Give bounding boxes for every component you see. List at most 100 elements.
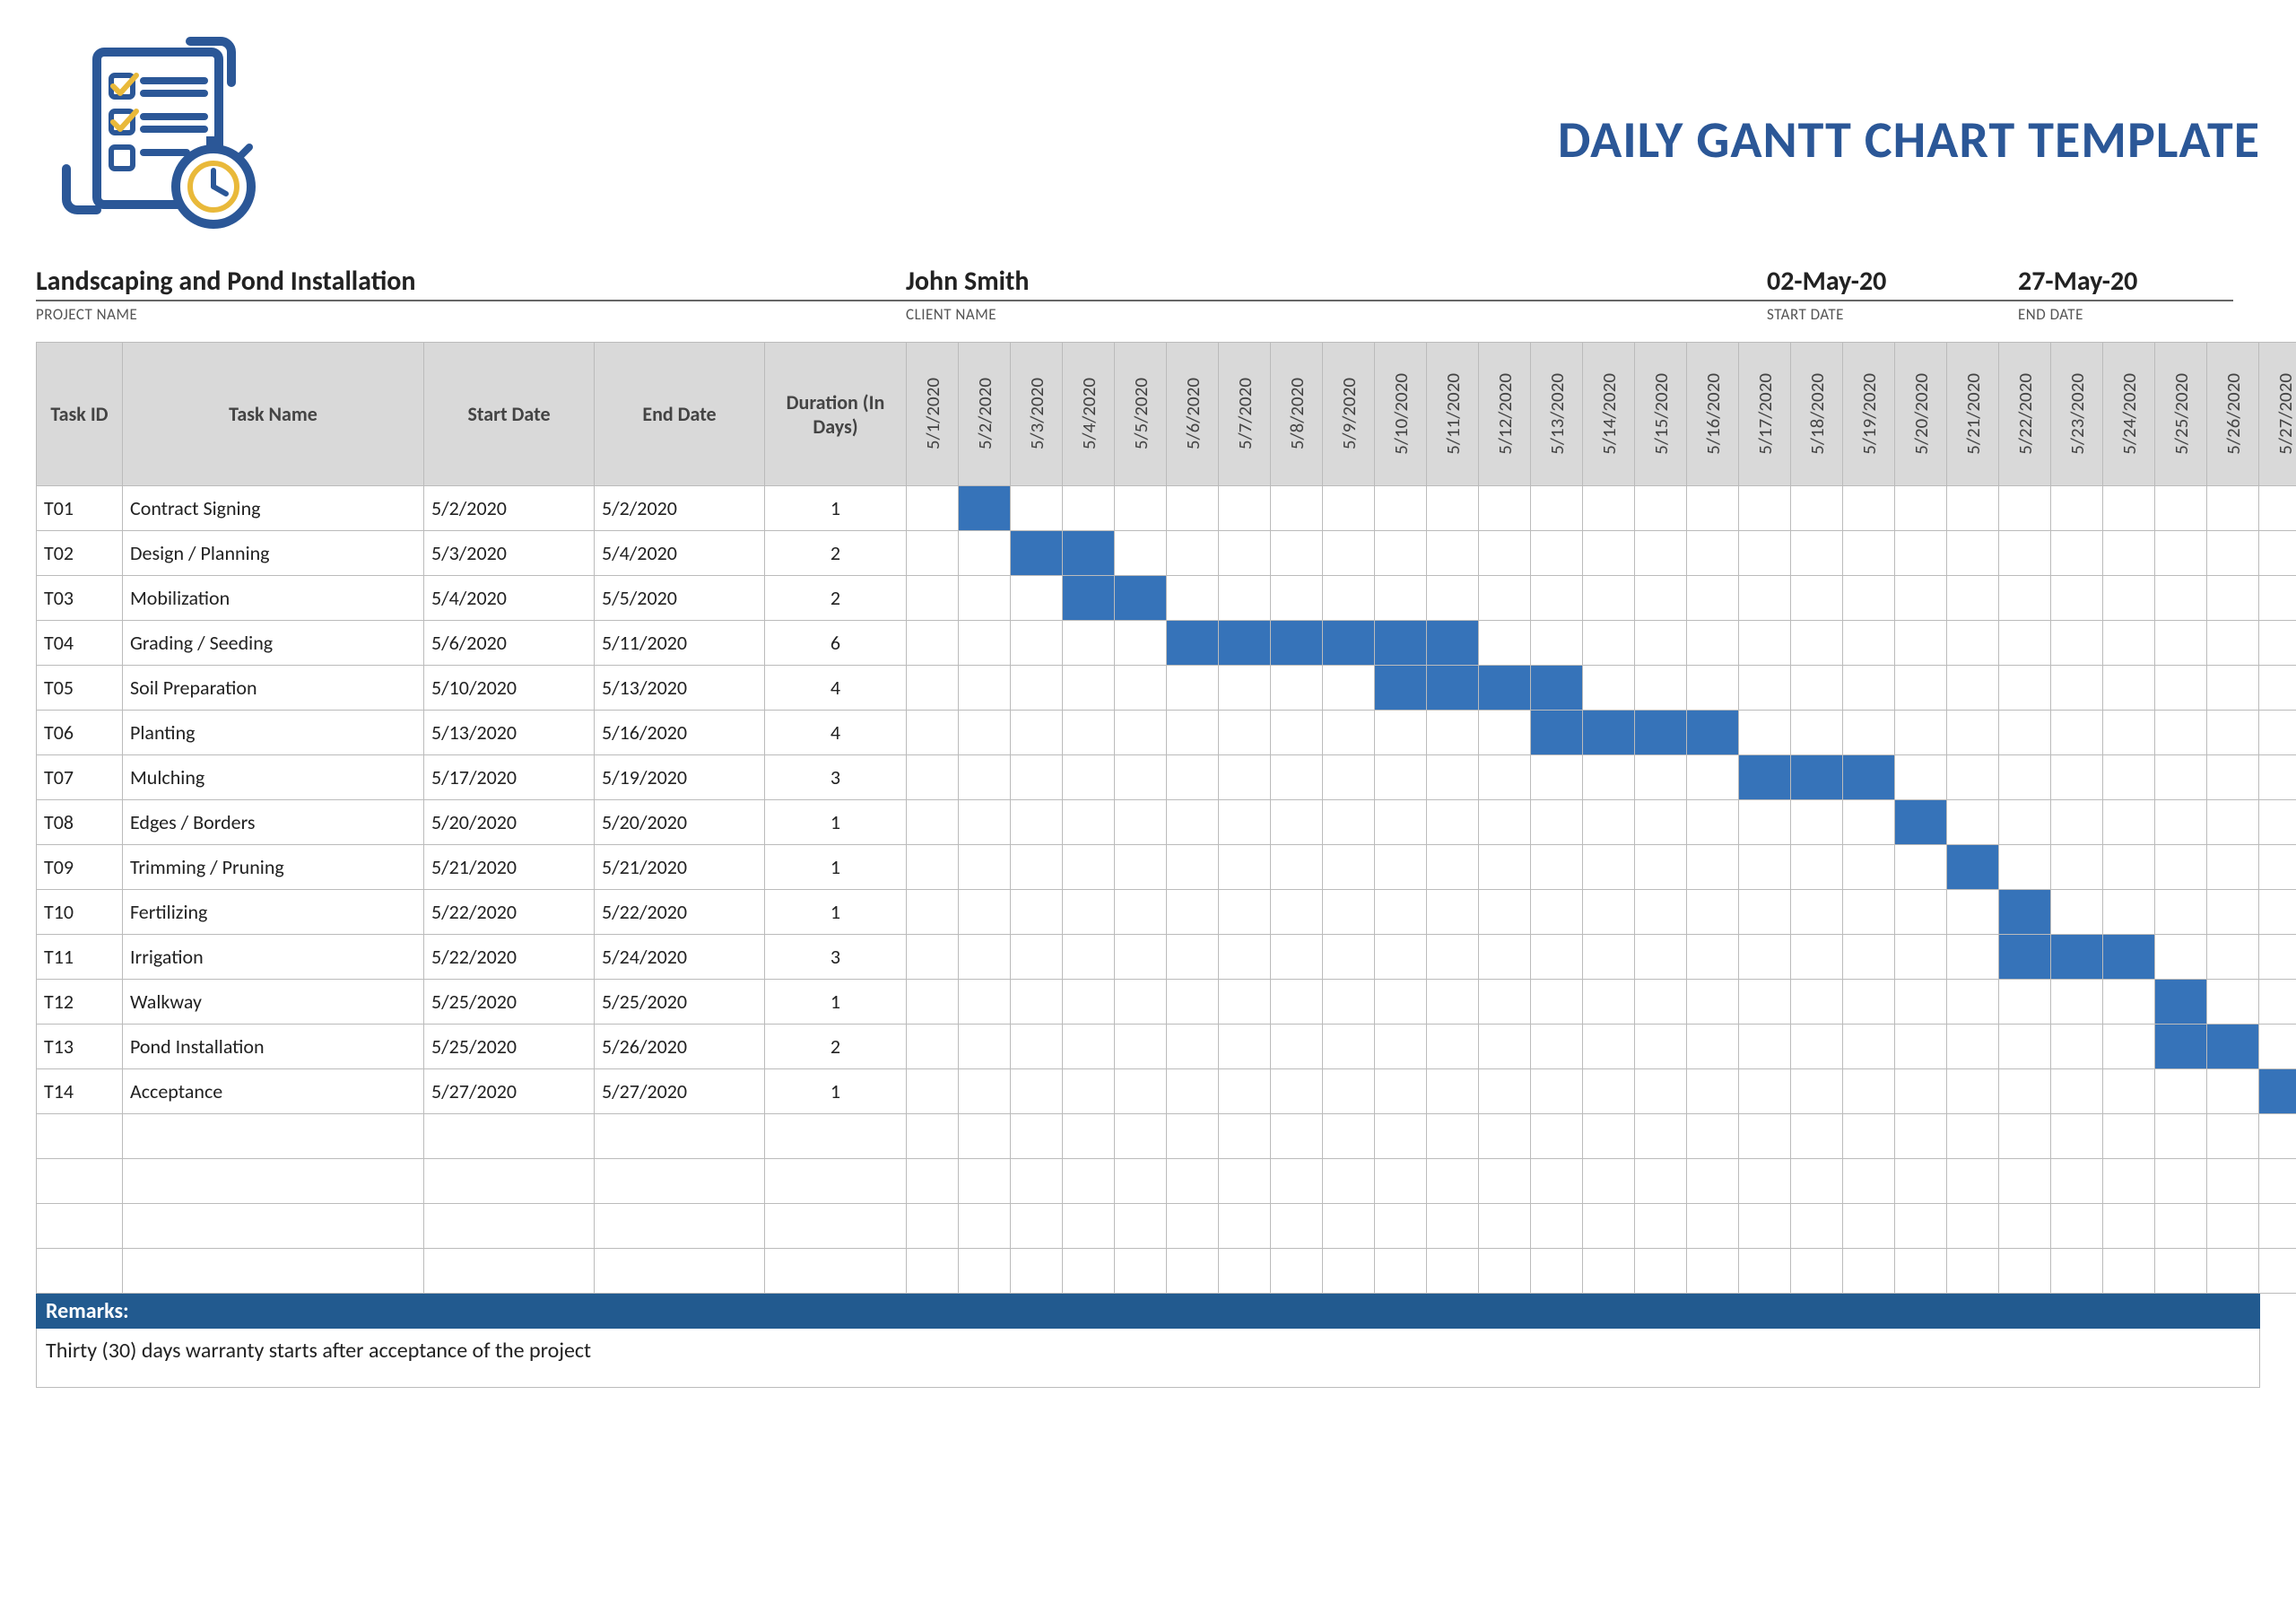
end-date-value: 27-May-20 (2018, 265, 2233, 301)
gantt-cell (1011, 800, 1063, 845)
gantt-cell (2259, 1069, 2296, 1114)
gantt-cell (1999, 576, 2051, 621)
gantt-cell (1635, 531, 1687, 576)
gantt-cell (959, 486, 1011, 531)
gantt-cell (1063, 800, 1115, 845)
gantt-cell (907, 576, 959, 621)
gantt-cell (1531, 621, 1583, 666)
gantt-cell (2103, 980, 2155, 1025)
start-date-label: START DATE (1767, 301, 2018, 324)
gantt-cell (1219, 711, 1271, 755)
gantt-cell (1427, 1069, 1479, 1114)
gantt-cell (2103, 845, 2155, 890)
gantt-cell (1947, 576, 1999, 621)
meta-row: Landscaping and Pond Installation PROJEC… (36, 265, 2260, 324)
gantt-cell (2051, 531, 2103, 576)
gantt-cell (1271, 711, 1323, 755)
gantt-cell (1687, 486, 1739, 531)
gantt-cell (2155, 486, 2207, 531)
gantt-cell (1167, 1069, 1219, 1114)
gantt-cell (2155, 1025, 2207, 1069)
gantt-cell (1583, 755, 1635, 800)
start-date-value: 02-May-20 (1767, 265, 2018, 301)
gantt-cell (907, 1025, 959, 1069)
col-start-date: Start Date (424, 343, 595, 486)
gantt-cell (1895, 486, 1947, 531)
gantt-cell (1323, 486, 1375, 531)
gantt-cell (1375, 800, 1427, 845)
gantt-cell (1271, 800, 1323, 845)
gantt-cell (2155, 711, 2207, 755)
gantt-cell (1947, 1025, 1999, 1069)
date-header: 5/9/2020 (1323, 343, 1375, 486)
gantt-cell (2051, 621, 2103, 666)
gantt-cell (1999, 845, 2051, 890)
date-header: 5/17/2020 (1739, 343, 1791, 486)
gantt-cell (1167, 845, 1219, 890)
gantt-cell (1531, 890, 1583, 935)
gantt-cell (1323, 531, 1375, 576)
gantt-cell (1687, 800, 1739, 845)
date-header: 5/2/2020 (959, 343, 1011, 486)
gantt-cell (1063, 711, 1115, 755)
gantt-cell (2051, 890, 2103, 935)
gantt-cell (1999, 800, 2051, 845)
gantt-cell (1531, 666, 1583, 711)
gantt-cell (1219, 1069, 1271, 1114)
gantt-cell (1063, 666, 1115, 711)
gantt-cell (1635, 1069, 1687, 1114)
gantt-cell (907, 935, 959, 980)
gantt-cell (907, 666, 959, 711)
gantt-cell (1167, 486, 1219, 531)
gantt-cell (959, 755, 1011, 800)
gantt-cell (1739, 935, 1791, 980)
remarks-header: Remarks: (36, 1294, 2260, 1329)
date-header: 5/6/2020 (1167, 343, 1219, 486)
gantt-cell (907, 890, 959, 935)
gantt-cell (2103, 1025, 2155, 1069)
gantt-cell (1115, 1025, 1167, 1069)
date-header: 5/18/2020 (1791, 343, 1843, 486)
gantt-cell (1219, 486, 1271, 531)
col-task-name: Task Name (123, 343, 424, 486)
gantt-cell (1583, 935, 1635, 980)
gantt-cell (1375, 486, 1427, 531)
gantt-cell (1947, 666, 1999, 711)
gantt-cell (2207, 576, 2259, 621)
gantt-cell (1219, 576, 1271, 621)
gantt-cell (959, 845, 1011, 890)
date-header: 5/13/2020 (1531, 343, 1583, 486)
gantt-cell (2207, 711, 2259, 755)
gantt-cell (2207, 890, 2259, 935)
gantt-cell (2155, 800, 2207, 845)
gantt-cell (1687, 935, 1739, 980)
gantt-cell (1739, 800, 1791, 845)
gantt-cell (1583, 1025, 1635, 1069)
gantt-cell (1739, 621, 1791, 666)
gantt-cell (1635, 980, 1687, 1025)
gantt-cell (1895, 1025, 1947, 1069)
gantt-cell (1843, 890, 1895, 935)
gantt-cell (1791, 845, 1843, 890)
gantt-cell (1947, 800, 1999, 845)
gantt-cell (1791, 531, 1843, 576)
gantt-cell (1427, 890, 1479, 935)
date-header: 5/12/2020 (1479, 343, 1531, 486)
gantt-cell (1947, 755, 1999, 800)
gantt-cell (1843, 1069, 1895, 1114)
gantt-cell (2155, 890, 2207, 935)
gantt-cell (1115, 576, 1167, 621)
gantt-cell (1947, 890, 1999, 935)
gantt-cell (1999, 666, 2051, 711)
gantt-cell (2155, 1069, 2207, 1114)
gantt-cell (2103, 890, 2155, 935)
gantt-cell (1063, 1069, 1115, 1114)
gantt-cell (1427, 935, 1479, 980)
gantt-cell (1011, 845, 1063, 890)
gantt-cell (1115, 711, 1167, 755)
gantt-cell (1531, 1025, 1583, 1069)
gantt-cell (1635, 890, 1687, 935)
gantt-cell (1843, 845, 1895, 890)
gantt-cell (1999, 1069, 2051, 1114)
table-row: T12Walkway5/25/20205/25/20201 (37, 980, 2296, 1025)
